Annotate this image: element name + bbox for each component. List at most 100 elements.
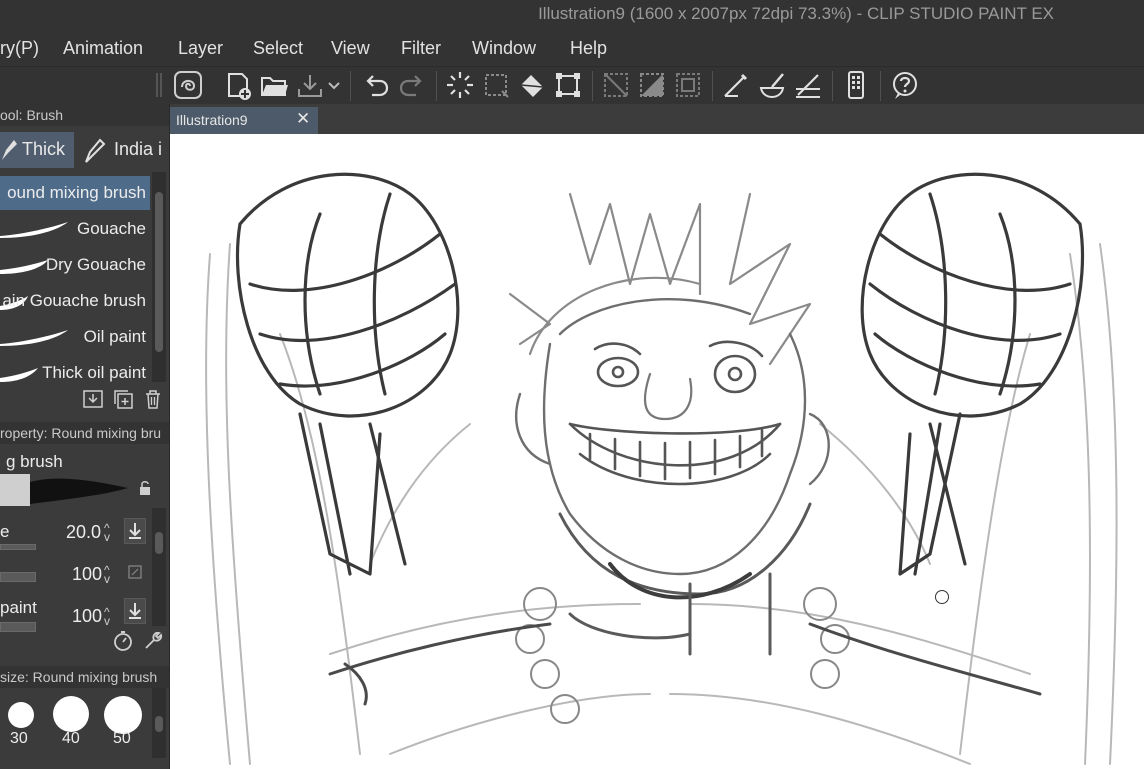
pressure-settings-button[interactable] (124, 598, 146, 624)
close-icon[interactable]: ✕ (296, 109, 310, 129)
brush-stroke-preview (0, 222, 68, 238)
wrench-icon[interactable] (142, 630, 164, 652)
fill-icon[interactable] (516, 69, 548, 101)
brush-item-gouache[interactable]: Gouache (0, 212, 150, 246)
help-icon[interactable] (888, 69, 920, 101)
size-swatch-50[interactable] (104, 696, 142, 734)
size-slider[interactable] (0, 544, 36, 550)
sketch-artwork (205, 172, 1118, 765)
size-swatch-30[interactable] (8, 702, 34, 728)
undo-icon[interactable] (360, 69, 392, 101)
lock-icon[interactable] (138, 480, 152, 501)
swirl-logo-icon[interactable] (172, 69, 204, 101)
window-title: Illustration9 (1600 x 2007px 72dpi 73.3%… (538, 4, 1054, 23)
loading-spinner-icon[interactable] (444, 69, 476, 101)
tab-label: Illustration9 (176, 112, 248, 128)
brush-stroke-icon[interactable] (756, 69, 788, 101)
opacity-slider[interactable] (0, 572, 36, 582)
size-swatch-40[interactable] (53, 696, 89, 732)
stopwatch-icon[interactable] (112, 630, 134, 652)
tab-india-ink[interactable]: India i (78, 132, 169, 168)
brush-item-grain-gouache[interactable]: ain Gouache brush (0, 284, 150, 318)
brush-item-thick-oil-paint[interactable]: Thick oil paint (0, 356, 150, 390)
brush-size-header: size: Round mixing brush (0, 666, 169, 688)
tool-property-header: roperty: Round mixing bru (0, 422, 169, 444)
toolbar-divider (712, 71, 713, 101)
expand-icon[interactable] (128, 564, 142, 584)
pressure-settings-button[interactable] (124, 518, 146, 544)
brush-item-dry-gouache[interactable]: Dry Gouache (0, 248, 150, 282)
property-label: e (0, 522, 10, 541)
save-icon[interactable] (294, 69, 326, 101)
toolbar-divider (832, 71, 833, 101)
device-icon[interactable] (840, 69, 872, 101)
tab-label: India i (114, 139, 163, 159)
brush-size-title: size: Round mixing brush (0, 669, 158, 685)
dropdown-chevron-icon[interactable] (326, 69, 342, 101)
toolbar-divider (350, 71, 351, 101)
property-scrollbar[interactable] (152, 508, 166, 626)
spinner-icon[interactable]: ^ v (104, 564, 110, 585)
tab-illustration9[interactable]: Illustration9 ✕ (170, 107, 318, 134)
property-label: paint (0, 598, 37, 617)
menu-window[interactable]: Window (472, 38, 536, 59)
menu-filter[interactable]: Filter (401, 38, 441, 59)
property-brush-size: e 20.0 ^ v (0, 514, 150, 552)
spinner-icon[interactable]: ^ v (104, 522, 110, 543)
property-opacity: 100 ^ v (0, 556, 150, 594)
sub-tool-header: ool: Brush (0, 104, 169, 126)
brush-label: ain Gouache brush (2, 291, 146, 310)
trash-icon[interactable] (142, 388, 164, 410)
brush-size-value[interactable]: 20.0 (66, 522, 101, 543)
size-label: 30 (10, 730, 28, 747)
scroll-thumb (155, 716, 163, 732)
brush-label: Dry Gouache (45, 255, 146, 274)
fill-selection-icon[interactable] (636, 69, 668, 101)
brush-size-scrollbar[interactable] (152, 688, 166, 758)
brush-item-oil-paint[interactable]: Oil paint (0, 320, 150, 354)
brush-list-scrollbar[interactable] (152, 172, 166, 382)
brush-preview-stroke (0, 474, 128, 506)
opacity-value[interactable]: 100 (72, 564, 102, 585)
menu-help[interactable]: Help (570, 38, 607, 59)
pen-line-icon[interactable] (720, 69, 752, 101)
new-file-icon[interactable] (222, 69, 254, 101)
scroll-thumb (155, 192, 163, 352)
brush-preview: g brush (0, 450, 150, 506)
toolbar-divider (592, 71, 593, 101)
brush-label: ound mixing brush (7, 183, 146, 202)
clear-selection-icon[interactable] (480, 69, 512, 101)
title-bar: Illustration9 (1600 x 2007px 72dpi 73.3%… (0, 0, 1144, 30)
sub-tool-title: ool: Brush (0, 107, 64, 123)
brush-item-round-mixing[interactable]: ound mixing brush (0, 176, 150, 210)
menu-layer[interactable]: Layer (178, 38, 223, 59)
brush-label: Oil paint (83, 327, 146, 346)
selection-out-icon[interactable] (600, 69, 632, 101)
brush-stroke-preview (0, 330, 68, 346)
scroll-thumb (155, 532, 163, 554)
ruler-pen-icon[interactable] (792, 69, 824, 101)
redo-icon[interactable] (396, 69, 428, 101)
size-label: 50 (113, 730, 131, 747)
menu-select[interactable]: Select (253, 38, 303, 59)
transform-icon[interactable] (552, 69, 584, 101)
paint-amount-slider[interactable] (0, 622, 36, 632)
document-tab-bar: Illustration9 ✕ (170, 104, 1144, 134)
menu-animation[interactable]: Animation (63, 38, 143, 59)
tab-thick[interactable]: Thick (0, 132, 74, 168)
toolbar-grip[interactable] (156, 73, 162, 97)
menu-view[interactable]: View (331, 38, 370, 59)
drawing-canvas[interactable] (170, 134, 1144, 769)
brush-stroke-preview (0, 368, 38, 382)
open-folder-icon[interactable] (258, 69, 290, 101)
toolbar-divider (436, 71, 437, 101)
spinner-icon[interactable]: ^ v (104, 606, 110, 627)
download-icon[interactable] (82, 388, 104, 410)
duplicate-icon[interactable] (112, 388, 134, 410)
pen-nib-icon (0, 138, 18, 167)
menu-story[interactable]: ry(P) (0, 38, 39, 59)
paint-amount-value[interactable]: 100 (72, 606, 102, 627)
tool-property-title: roperty: Round mixing bru (0, 425, 162, 441)
brush-size-palette: 30 40 50 (0, 692, 150, 752)
invert-selection-icon[interactable] (672, 69, 704, 101)
